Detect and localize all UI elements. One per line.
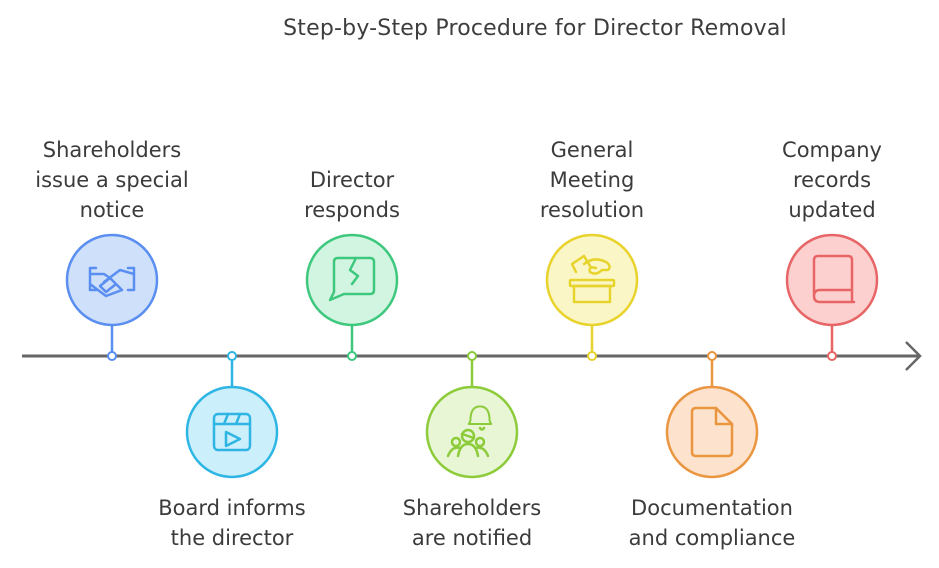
timeline-step-7 [785,233,879,361]
step-label: Board informs the director [158,496,306,550]
step-label: Shareholders issue a special notice [35,138,189,222]
step-circle [665,385,759,479]
timeline-node [227,351,237,361]
timeline-step-4 [425,351,519,479]
timeline-node [467,351,477,361]
step-label: Documentation and compliance [628,496,796,550]
timeline-node [347,351,357,361]
step-circle [785,233,879,327]
timeline-step-2 [185,351,279,479]
step-label: General Meeting resolution [539,138,645,222]
step-label: Shareholders are notified [402,496,542,550]
step-circle [305,233,399,327]
timeline-diagram [22,233,922,479]
timeline-node [587,351,597,361]
timeline-step-3 [305,233,399,361]
step-label: Director responds [304,168,400,222]
step-label: Company records updated [782,138,882,222]
timeline-node [827,351,837,361]
timeline-node [107,351,117,361]
timeline-step-6 [665,351,759,479]
timeline-node [707,351,717,361]
timeline-step-1 [65,233,159,361]
timeline-step-5 [545,233,639,361]
step-circle [185,385,279,479]
